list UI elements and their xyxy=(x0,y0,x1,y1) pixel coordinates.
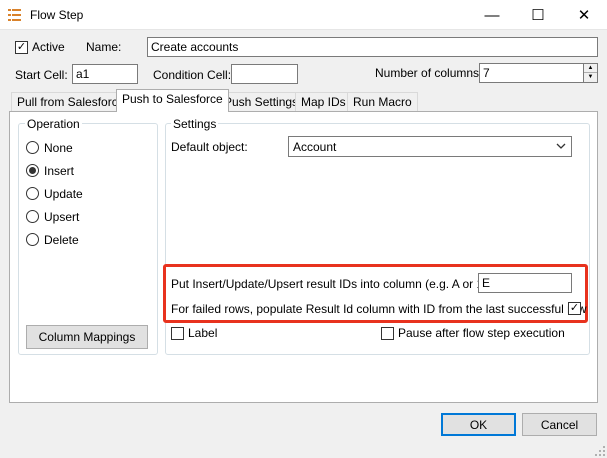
title-bar: Flow Step — ☐ ✕ xyxy=(0,0,607,30)
result-ids-label: Put Insert/Update/Upsert result IDs into… xyxy=(171,277,491,291)
tab-run-macro[interactable]: Run Macro xyxy=(347,92,418,111)
tab-map-ids[interactable]: Map IDs xyxy=(295,92,352,111)
active-checkbox[interactable]: ✓ xyxy=(15,41,28,54)
name-input[interactable]: Create accounts xyxy=(147,37,598,57)
label-checkbox[interactable] xyxy=(171,327,184,340)
cancel-button[interactable]: Cancel xyxy=(522,413,597,436)
pause-checkbox-label: Pause after flow step execution xyxy=(398,326,565,340)
radio-insert-label: Insert xyxy=(44,164,75,178)
radio-selected-dot xyxy=(29,167,36,174)
radio-upsert[interactable] xyxy=(26,210,39,223)
tab-push-settings[interactable]: Push Settings xyxy=(218,92,305,111)
close-icon: ✕ xyxy=(577,7,591,24)
tab-pull-from-salesforce[interactable]: Pull from Salesforce xyxy=(11,92,131,111)
radio-update-label: Update xyxy=(44,187,83,201)
operation-group xyxy=(18,123,158,355)
failed-rows-label: For failed rows, populate Result Id colu… xyxy=(171,302,587,316)
radio-insert[interactable] xyxy=(26,164,39,177)
ok-button[interactable]: OK xyxy=(441,413,516,436)
settings-legend: Settings xyxy=(171,117,219,131)
maximize-icon: ☐ xyxy=(531,7,545,24)
resize-grip-icon[interactable] xyxy=(595,446,605,456)
radio-upsert-label: Upsert xyxy=(44,210,80,224)
start-cell-label: Start Cell: xyxy=(15,68,68,82)
chevron-down-icon xyxy=(556,143,566,149)
radio-delete-label: Delete xyxy=(44,233,79,247)
maximize-button[interactable]: ☐ xyxy=(515,0,561,30)
minimize-icon: — xyxy=(484,6,500,24)
tab-push-to-salesforce[interactable]: Push to Salesforce xyxy=(116,89,229,112)
default-object-value: Account xyxy=(293,140,337,154)
tab-label: Map IDs xyxy=(301,95,346,109)
start-cell-input[interactable]: a1 xyxy=(72,64,138,84)
number-of-columns-spinner[interactable]: ▲ ▼ xyxy=(584,63,598,83)
tab-label: Push to Salesforce xyxy=(122,92,223,106)
radio-none-label: None xyxy=(44,141,73,155)
operation-legend: Operation xyxy=(25,117,82,131)
radio-update[interactable] xyxy=(26,187,39,200)
tab-label: Run Macro xyxy=(353,95,412,109)
tab-label: Push Settings xyxy=(224,95,299,109)
spin-up-icon[interactable]: ▲ xyxy=(584,64,597,73)
failed-rows-checkbox[interactable]: ✓ xyxy=(568,302,581,315)
condition-cell-label: Condition Cell: xyxy=(153,68,232,82)
default-object-select[interactable]: Account xyxy=(288,136,572,157)
label-checkbox-label: Label xyxy=(188,326,218,340)
close-button[interactable]: ✕ xyxy=(561,0,607,30)
minimize-button[interactable]: — xyxy=(469,0,515,30)
number-of-columns-label: Number of columns: xyxy=(375,66,483,80)
flow-step-app-icon xyxy=(8,9,21,21)
tab-label: Pull from Salesforce xyxy=(17,95,125,109)
default-object-label: Default object: xyxy=(171,140,248,154)
column-mappings-button[interactable]: Column Mappings xyxy=(26,325,148,349)
number-of-columns-input[interactable]: 7 xyxy=(479,63,584,83)
name-label: Name: xyxy=(86,40,122,54)
spin-down-icon[interactable]: ▼ xyxy=(584,73,597,82)
checkmark-icon: ✓ xyxy=(569,302,580,314)
result-ids-input[interactable]: E xyxy=(478,273,572,293)
radio-none[interactable] xyxy=(26,141,39,154)
pause-checkbox[interactable] xyxy=(381,327,394,340)
checkmark-icon: ✓ xyxy=(16,41,27,53)
active-label: Active xyxy=(32,40,65,54)
radio-delete[interactable] xyxy=(26,233,39,246)
condition-cell-input[interactable] xyxy=(231,64,298,84)
window-title: Flow Step xyxy=(30,8,84,22)
